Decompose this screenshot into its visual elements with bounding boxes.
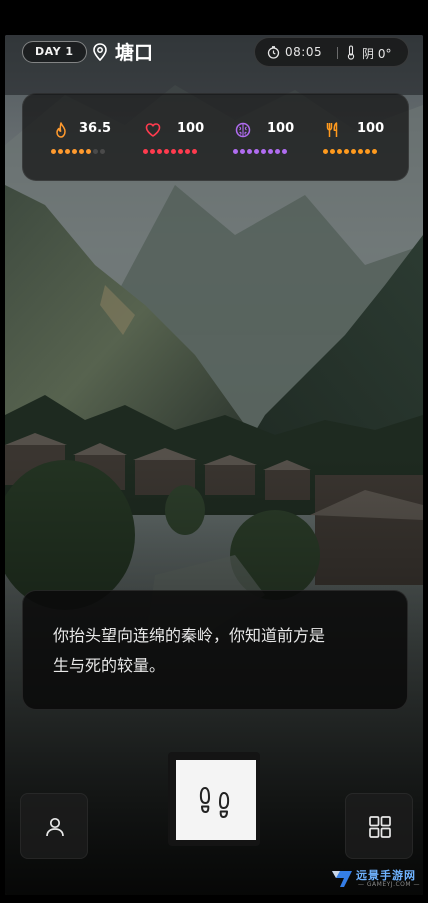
timer-icon	[267, 46, 280, 59]
day-counter-badge: DAY 1	[22, 41, 87, 63]
stat-value: 100	[267, 121, 295, 136]
stat-level-dot	[275, 149, 280, 154]
time-weather-pill: 08:05 阴 0°	[254, 37, 409, 67]
stat-level-dot	[51, 149, 56, 154]
location-name: 塘口	[115, 42, 154, 64]
footsteps-icon	[199, 786, 230, 818]
stat-level-dot	[150, 149, 155, 154]
stat-level-dot	[72, 149, 77, 154]
game-time: 08:05	[285, 45, 323, 59]
fork-knife-icon	[326, 122, 338, 137]
stat-value: 100	[177, 121, 205, 136]
stat-level-dot	[233, 149, 238, 154]
stat-level-dot	[240, 149, 245, 154]
stat-level-dot	[337, 149, 342, 154]
narration-line-2: 生与死的较量。	[53, 656, 166, 675]
game-screen: DAY 1 塘口 08:05 阴 0° 36.5 100 100 100 你抬头…	[5, 35, 423, 895]
stat-body-temperature: 36.5	[49, 94, 139, 182]
grid-icon	[369, 816, 391, 838]
thermometer-icon	[347, 45, 355, 60]
person-icon	[46, 817, 64, 837]
stat-level-dot	[164, 149, 169, 154]
stat-level-dot	[344, 149, 349, 154]
narration-box[interactable]: 你抬头望向连绵的秦岭，你知道前方是 生与死的较量。	[22, 590, 408, 710]
stat-level-dot	[247, 149, 252, 154]
watermark-logo-icon	[332, 871, 352, 887]
stat-level-dot	[171, 149, 176, 154]
stat-level-dot	[157, 149, 162, 154]
stat-level-dot	[323, 149, 328, 154]
stat-level-dot	[143, 149, 148, 154]
stat-mind: 100	[231, 94, 321, 182]
stat-level-dot	[351, 149, 356, 154]
stat-food: 100	[321, 94, 411, 182]
stat-level-dot	[365, 149, 370, 154]
stat-level-dot	[268, 149, 273, 154]
stat-level-dot	[330, 149, 335, 154]
stat-level-dot	[65, 149, 70, 154]
walk-button-face[interactable]	[176, 760, 256, 840]
stat-level-dot	[261, 149, 266, 154]
stat-level-dot	[192, 149, 197, 154]
heart-icon	[145, 123, 161, 137]
stat-level-dot	[178, 149, 183, 154]
narration-line-1: 你抬头望向连绵的秦岭，你知道前方是	[53, 626, 326, 645]
stat-dots	[233, 149, 287, 154]
stat-level-dot	[93, 149, 98, 154]
stat-level-dot	[372, 149, 377, 154]
stat-value: 36.5	[79, 121, 112, 136]
stat-health: 100	[141, 94, 231, 182]
stat-level-dot	[185, 149, 190, 154]
stat-level-dot	[79, 149, 84, 154]
stat-level-dot	[254, 149, 259, 154]
menu-button[interactable]	[345, 793, 413, 859]
character-button[interactable]	[20, 793, 88, 859]
stat-level-dot	[58, 149, 63, 154]
flame-icon	[56, 122, 66, 138]
weather-reading: 阴 0°	[362, 47, 392, 61]
stat-level-dot	[100, 149, 105, 154]
walk-button[interactable]	[168, 752, 260, 846]
site-watermark: 远景手游网 — GAMEYJ.COM —	[328, 866, 424, 892]
stat-value: 100	[357, 121, 385, 136]
stat-dots	[51, 149, 105, 154]
stat-dots	[143, 149, 197, 154]
stat-level-dot	[282, 149, 287, 154]
stat-level-dot	[358, 149, 363, 154]
stat-level-dot	[86, 149, 91, 154]
survival-stats-panel: 36.5 100 100 100	[22, 93, 409, 181]
divider	[337, 47, 338, 59]
location-pin-icon	[93, 43, 107, 61]
watermark-url: — GAMEYJ.COM —	[358, 881, 420, 888]
stat-dots	[323, 149, 377, 154]
brain-icon	[235, 122, 251, 138]
phone-frame: DAY 1 塘口 08:05 阴 0° 36.5 100 100 100 你抬头…	[0, 0, 428, 903]
